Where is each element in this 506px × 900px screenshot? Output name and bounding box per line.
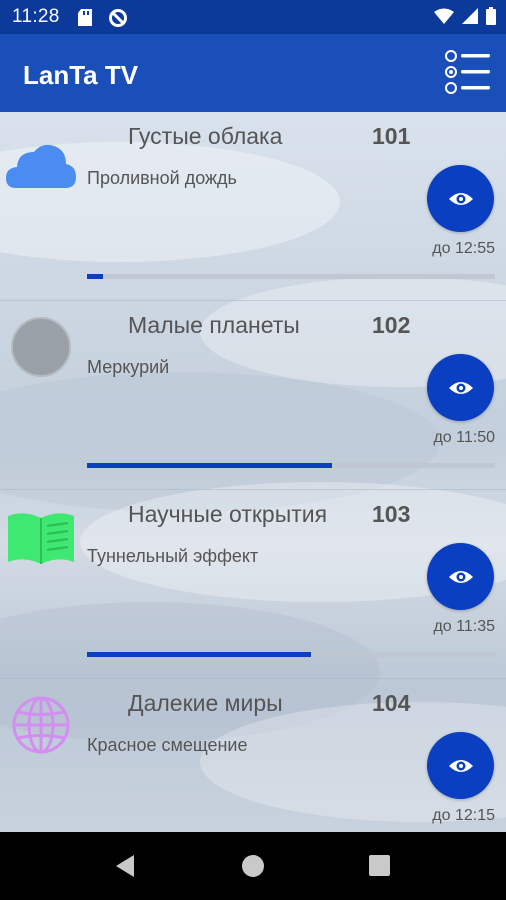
channel-row[interactable]: Малые планеты 102 Меркурий до 11:50 xyxy=(0,301,506,490)
status-right-icons xyxy=(434,7,496,30)
end-time: до 11:35 xyxy=(433,618,495,635)
program-title: Меркурий xyxy=(87,357,170,377)
watch-button[interactable] xyxy=(427,165,494,232)
progress-bar xyxy=(87,463,495,468)
recent-apps-icon[interactable] xyxy=(369,855,390,876)
battery-icon xyxy=(486,7,496,30)
progress-bar xyxy=(87,274,495,279)
watch-button[interactable] xyxy=(427,543,494,610)
channel-name: Научные открытия xyxy=(128,501,328,527)
system-nav-bar xyxy=(0,832,506,900)
eye-icon xyxy=(448,759,473,772)
end-time: до 12:15 xyxy=(432,807,495,824)
channel-row[interactable]: Далекие миры 104 Красное смещение до 12:… xyxy=(0,679,506,832)
channel-number: 101 xyxy=(372,123,411,149)
eye-icon xyxy=(448,570,473,583)
channel-number: 103 xyxy=(372,501,411,527)
app-title: LanTa TV xyxy=(23,60,139,90)
end-time: до 11:50 xyxy=(433,429,495,446)
progress-bar xyxy=(87,652,495,657)
watch-button[interactable] xyxy=(427,732,494,799)
book-icon xyxy=(6,504,76,568)
channel-row[interactable]: Научные открытия 103 Туннельный эффект д… xyxy=(0,490,506,679)
program-title: Красное смещение xyxy=(87,735,248,755)
wifi-icon xyxy=(434,8,454,29)
eye-icon xyxy=(448,381,473,394)
home-icon[interactable] xyxy=(242,855,264,877)
list-menu-icon xyxy=(445,50,490,94)
program-title: Проливной дождь xyxy=(87,168,237,188)
program-title: Туннельный эффект xyxy=(87,546,259,566)
sync-icon xyxy=(108,8,128,33)
sd-card-icon xyxy=(78,9,92,31)
status-time: 11:28 xyxy=(12,6,60,27)
channel-number: 102 xyxy=(372,312,411,338)
progress-fill xyxy=(87,652,312,657)
channel-list[interactable]: Густые облака 101 Проливной дождь до 12:… xyxy=(0,112,506,832)
back-icon[interactable] xyxy=(114,854,136,883)
menu-button[interactable] xyxy=(444,48,492,96)
progress-fill xyxy=(87,463,332,468)
progress-fill xyxy=(87,274,104,279)
watch-button[interactable] xyxy=(427,354,494,421)
channel-name: Малые планеты xyxy=(128,312,300,338)
status-bar: 11:28 xyxy=(0,0,506,34)
planet-icon xyxy=(6,315,76,379)
app-bar: LanTa TV xyxy=(0,34,506,112)
channel-name: Далекие миры xyxy=(128,690,283,716)
cloud-icon-shape xyxy=(6,144,76,188)
globe-icon xyxy=(6,693,76,757)
end-time: до 12:55 xyxy=(432,240,495,257)
channel-number: 104 xyxy=(372,690,411,716)
channel-row[interactable]: Густые облака 101 Проливной дождь до 12:… xyxy=(0,112,506,301)
cloud-icon xyxy=(6,126,76,190)
channel-name: Густые облака xyxy=(128,123,283,149)
signal-icon xyxy=(462,8,478,29)
eye-icon xyxy=(448,192,473,205)
